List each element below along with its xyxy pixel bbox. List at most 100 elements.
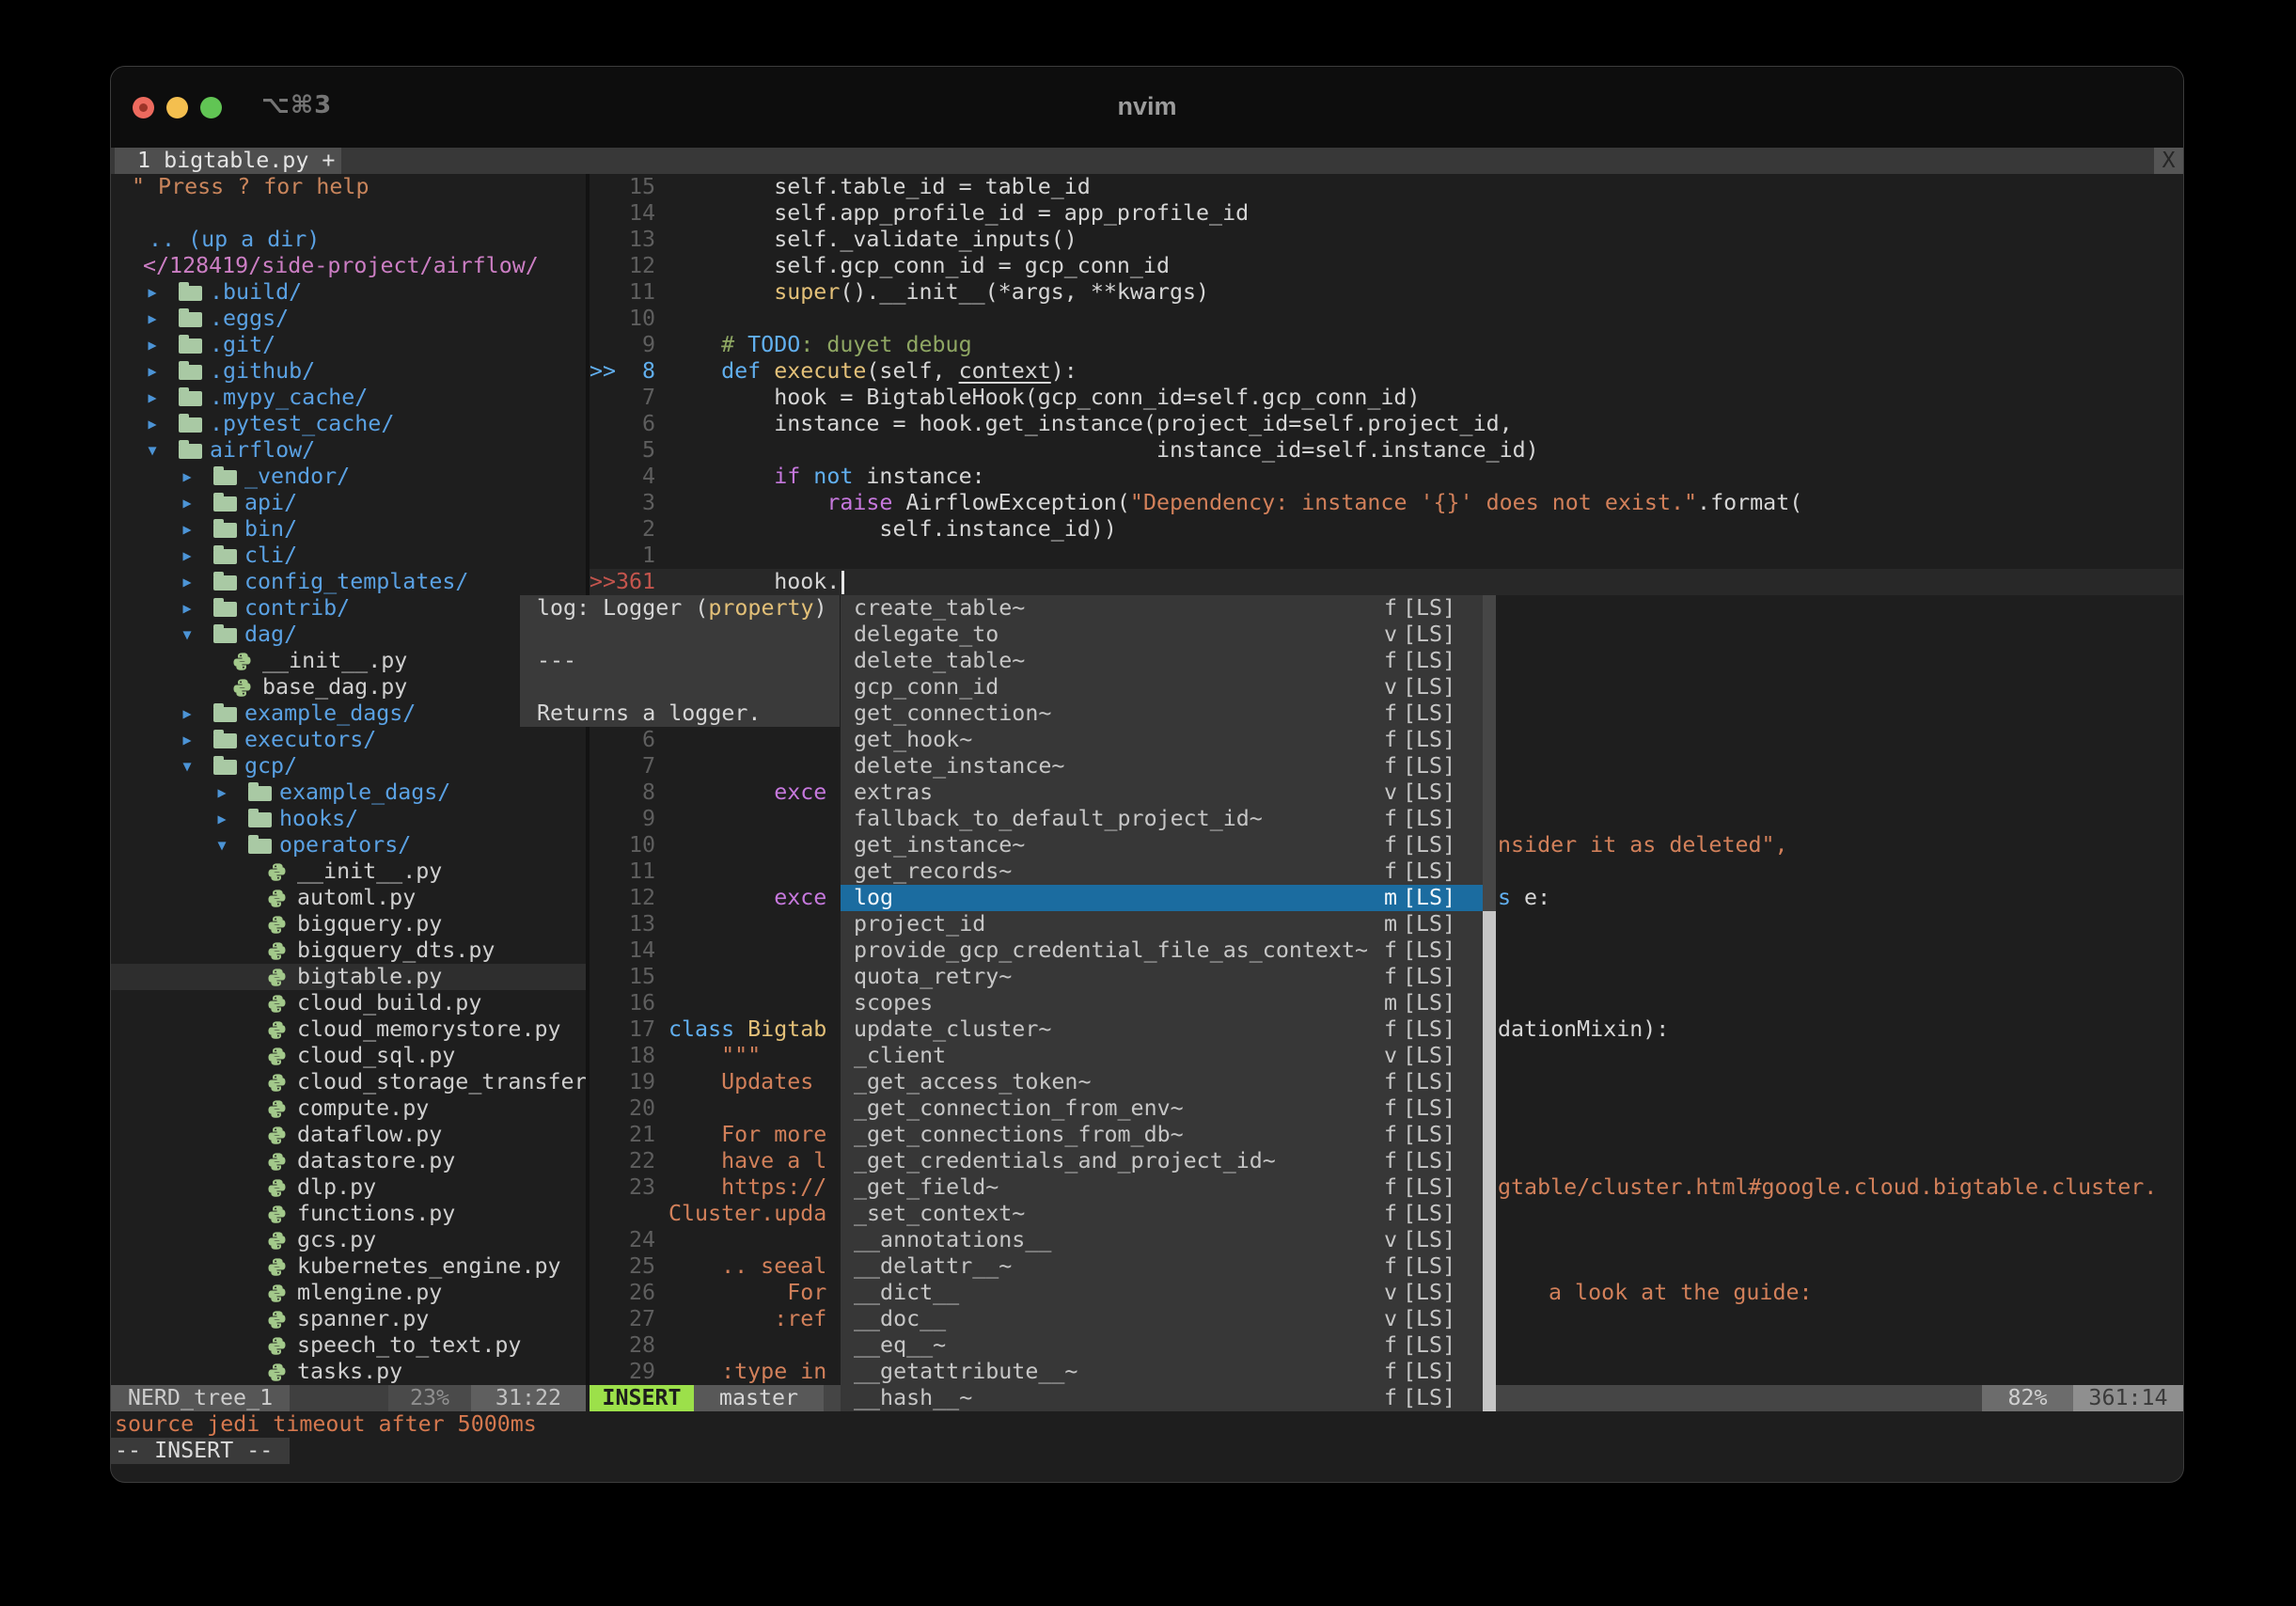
completion-item-_set_context[interactable]: _set_context~f[LS]	[841, 1201, 1483, 1227]
tree-row-bin[interactable]: ▸bin/	[111, 516, 586, 543]
tree-row-api[interactable]: ▸api/	[111, 490, 586, 516]
tree-row-dag[interactable]: ▾dag/	[111, 622, 586, 648]
tree-row-cloud_memorystore.py[interactable]: cloud_memorystore.py	[111, 1016, 586, 1043]
code-line-13[interactable]: 13 self._validate_inputs()	[590, 227, 2183, 253]
scrollbar-thumb[interactable]	[1483, 911, 1496, 1411]
tree-row-.git[interactable]: ▸.git/	[111, 332, 586, 358]
code-line-3[interactable]: 3 raise AirflowException("Dependency: in…	[590, 490, 2183, 516]
tree-row-tasks.py[interactable]: tasks.py	[111, 1359, 586, 1385]
code-line-7[interactable]: 7 hook = BigtableHook(gcp_conn_id=self.g…	[590, 385, 2183, 411]
completion-item-_get_connections_from_db[interactable]: _get_connections_from_db~f[LS]	[841, 1122, 1483, 1148]
tree-row-gcs.py[interactable]: gcs.py	[111, 1227, 586, 1253]
completion-item-get_hook[interactable]: get_hook~f[LS]	[841, 727, 1483, 753]
tree-row[interactable]: .. (up a dir)	[111, 227, 586, 253]
tree-row-__init__.py[interactable]: __init__.py	[111, 858, 586, 885]
completion-item-get_instance[interactable]: get_instance~f[LS]	[841, 832, 1483, 858]
tree-row-bigquery_dts.py[interactable]: bigquery_dts.py	[111, 937, 586, 964]
code-line-12[interactable]: 12 self.gcp_conn_id = gcp_conn_id	[590, 253, 2183, 279]
tree-row-kubernetes_engine.py[interactable]: kubernetes_engine.py	[111, 1253, 586, 1280]
tree-row-.pytest_cache[interactable]: ▸.pytest_cache/	[111, 411, 586, 437]
completion-item-log[interactable]: logm[LS]	[841, 885, 1483, 911]
tree-row-base_dag.py[interactable]: base_dag.py	[111, 674, 586, 701]
completion-item-_get_connection_from_env[interactable]: _get_connection_from_env~f[LS]	[841, 1095, 1483, 1122]
chevron-right-icon[interactable]: ▸	[215, 806, 228, 832]
tree-row-operators[interactable]: ▾operators/	[111, 832, 586, 858]
chevron-right-icon[interactable]: ▸	[181, 701, 194, 727]
chevron-right-icon[interactable]: ▸	[146, 411, 159, 437]
tree-row-bigtable.py[interactable]: bigtable.py	[111, 964, 586, 990]
completion-item-provide_gcp_credential_file_as_context[interactable]: provide_gcp_credential_file_as_context~f…	[841, 937, 1483, 964]
tree-row-dataflow.py[interactable]: dataflow.py	[111, 1122, 586, 1148]
tree-row-cloud_sql.py[interactable]: cloud_sql.py	[111, 1043, 586, 1069]
completion-item-_client[interactable]: _clientv[LS]	[841, 1043, 1483, 1069]
code-line-14[interactable]: 14 self.app_profile_id = app_profile_id	[590, 200, 2183, 227]
code-line-6[interactable]: 6 instance = hook.get_instance(project_i…	[590, 411, 2183, 437]
tree-row-executors[interactable]: ▸executors/	[111, 727, 586, 753]
chevron-down-icon[interactable]: ▾	[181, 753, 194, 779]
completion-item-quota_retry[interactable]: quota_retry~f[LS]	[841, 964, 1483, 990]
chevron-right-icon[interactable]: ▸	[181, 569, 194, 595]
chevron-right-icon[interactable]: ▸	[146, 306, 159, 332]
chevron-right-icon[interactable]: ▸	[181, 543, 194, 569]
completion-item-update_cluster[interactable]: update_cluster~f[LS]	[841, 1016, 1483, 1043]
tree-row-_vendor[interactable]: ▸_vendor/	[111, 464, 586, 490]
completion-item-_get_field[interactable]: _get_field~f[LS]	[841, 1174, 1483, 1201]
tree-row-compute.py[interactable]: compute.py	[111, 1095, 586, 1122]
completion-item-create_table[interactable]: create_table~f[LS]	[841, 595, 1483, 622]
completion-item-__dict__[interactable]: __dict__v[LS]	[841, 1280, 1483, 1306]
completion-item-scopes[interactable]: scopesm[LS]	[841, 990, 1483, 1016]
code-line-10[interactable]: 10	[590, 306, 2183, 332]
completion-item-extras[interactable]: extrasv[LS]	[841, 779, 1483, 806]
chevron-down-icon[interactable]: ▾	[181, 622, 194, 648]
completion-item-get_records[interactable]: get_records~f[LS]	[841, 858, 1483, 885]
tree-row-example_dags[interactable]: ▸example_dags/	[111, 701, 586, 727]
chevron-right-icon[interactable]: ▸	[181, 516, 194, 543]
tree-row-config_templates[interactable]: ▸config_templates/	[111, 569, 586, 595]
completion-item-__annotations__[interactable]: __annotations__v[LS]	[841, 1227, 1483, 1253]
tree-row-spanner.py[interactable]: spanner.py	[111, 1306, 586, 1332]
tab-close-button[interactable]: X	[2154, 148, 2183, 174]
completion-item-_get_access_token[interactable]: _get_access_token~f[LS]	[841, 1069, 1483, 1095]
tree-row-cloud_storage_transfer[interactable]: cloud_storage_transfer	[111, 1069, 586, 1095]
completion-item-__getattribute__[interactable]: __getattribute__~f[LS]	[841, 1359, 1483, 1385]
tree-row-.mypy_cache[interactable]: ▸.mypy_cache/	[111, 385, 586, 411]
code-line-1[interactable]: 1	[590, 543, 2183, 569]
tree-row-.github[interactable]: ▸.github/	[111, 358, 586, 385]
tree-row-mlengine.py[interactable]: mlengine.py	[111, 1280, 586, 1306]
completion-item-delete_instance[interactable]: delete_instance~f[LS]	[841, 753, 1483, 779]
completion-item-project_id[interactable]: project_idm[LS]	[841, 911, 1483, 937]
code-line-15[interactable]: 15 self.table_id = table_id	[590, 174, 2183, 200]
chevron-right-icon[interactable]: ▸	[146, 385, 159, 411]
tree-row-cli[interactable]: ▸cli/	[111, 543, 586, 569]
tree-row-__init__.py[interactable]: __init__.py	[111, 648, 586, 674]
chevron-right-icon[interactable]: ▸	[181, 464, 194, 490]
tree-row-contrib[interactable]: ▸contrib/	[111, 595, 586, 622]
chevron-right-icon[interactable]: ▸	[146, 358, 159, 385]
chevron-right-icon[interactable]: ▸	[181, 490, 194, 516]
completion-item-__eq__[interactable]: __eq__~f[LS]	[841, 1332, 1483, 1359]
code-line-4[interactable]: 4 if not instance:	[590, 464, 2183, 490]
chevron-down-icon[interactable]: ▾	[146, 437, 159, 464]
tree-row-datastore.py[interactable]: datastore.py	[111, 1148, 586, 1174]
completion-item-__doc__[interactable]: __doc__v[LS]	[841, 1306, 1483, 1332]
tab-bigtable[interactable]: 1 bigtable.py +	[115, 148, 341, 174]
completion-item-delete_table[interactable]: delete_table~f[LS]	[841, 648, 1483, 674]
code-line-9[interactable]: 9 # TODO: duyet debug	[590, 332, 2183, 358]
tree-row-automl.py[interactable]: automl.py	[111, 885, 586, 911]
code-line-5[interactable]: 5 instance_id=self.instance_id)	[590, 437, 2183, 464]
chevron-right-icon[interactable]: ▸	[181, 595, 194, 622]
completion-scrollbar[interactable]	[1483, 595, 1496, 1411]
chevron-right-icon[interactable]: ▸	[146, 332, 159, 358]
tree-row-.eggs[interactable]: ▸.eggs/	[111, 306, 586, 332]
code-line-361[interactable]: >>361 hook.	[590, 569, 2183, 595]
completion-item-__delattr__[interactable]: __delattr__~f[LS]	[841, 1253, 1483, 1280]
completion-item-_get_credentials_and_project_id[interactable]: _get_credentials_and_project_id~f[LS]	[841, 1148, 1483, 1174]
tree-row-.build[interactable]: ▸.build/	[111, 279, 586, 306]
tree-row-example_dags[interactable]: ▸example_dags/	[111, 779, 586, 806]
completion-item-gcp_conn_id[interactable]: gcp_conn_idv[LS]	[841, 674, 1483, 701]
chevron-right-icon[interactable]: ▸	[181, 727, 194, 753]
tree-row-hooks[interactable]: ▸hooks/	[111, 806, 586, 832]
tree-row-gcp[interactable]: ▾gcp/	[111, 753, 586, 779]
completion-item-delegate_to[interactable]: delegate_tov[LS]	[841, 622, 1483, 648]
completion-item-fallback_to_default_project_id[interactable]: fallback_to_default_project_id~f[LS]	[841, 806, 1483, 832]
